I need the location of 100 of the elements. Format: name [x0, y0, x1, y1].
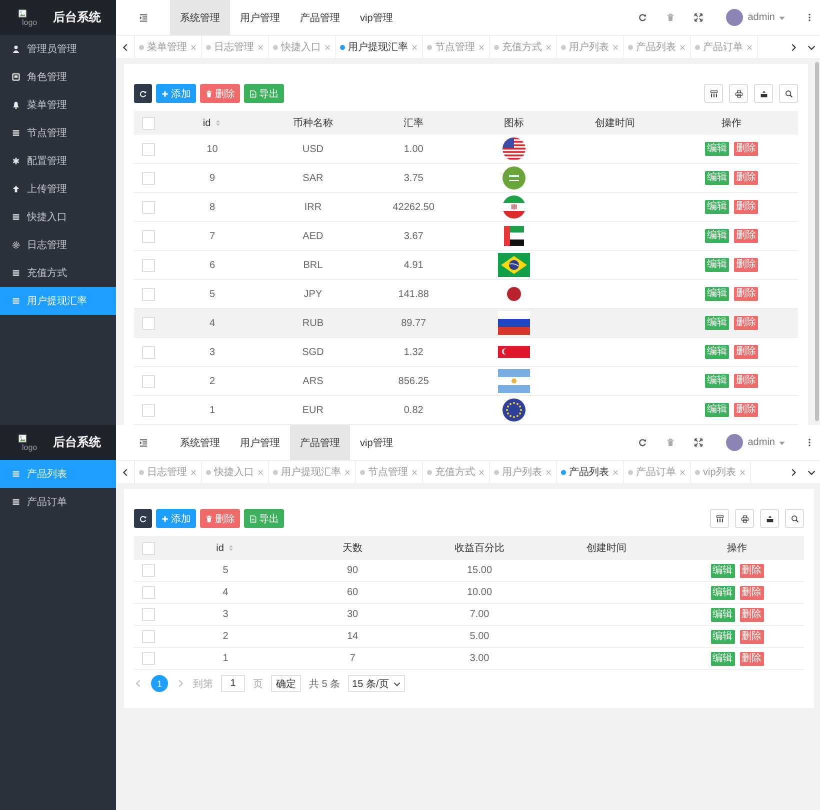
page-tab[interactable]: 充值方式 [423, 461, 490, 483]
delete-button[interactable]: 删除 [734, 229, 758, 243]
delete-button[interactable]: 删除 [734, 258, 758, 272]
close-icon[interactable] [612, 468, 619, 476]
page-tab[interactable]: 快捷入口 [202, 461, 269, 483]
close-icon[interactable] [478, 468, 485, 476]
refresh-icon[interactable] [638, 13, 647, 22]
export-button[interactable]: 导出 [244, 509, 284, 528]
page-tab[interactable]: 产品列表 [624, 36, 691, 58]
top-nav-item[interactable]: vip管理 [350, 0, 403, 35]
page-tab[interactable]: 产品订单 [624, 461, 691, 483]
row-checkbox[interactable] [142, 258, 154, 272]
refresh-button[interactable] [134, 509, 152, 528]
next-page-icon[interactable] [176, 679, 185, 688]
fullscreen-icon[interactable] [694, 438, 703, 447]
sort-icon[interactable] [226, 544, 235, 552]
avatar[interactable] [726, 434, 743, 451]
close-icon[interactable] [411, 44, 418, 50]
page-tab[interactable]: 节点管理 [356, 461, 423, 483]
table-row[interactable]: 1 7 3.00 编辑 删除 [134, 648, 804, 670]
edit-button[interactable]: 编辑 [710, 608, 734, 622]
fullscreen-icon[interactable] [694, 13, 703, 22]
top-nav-item[interactable]: vip管理 [350, 425, 403, 460]
delete-button[interactable]: 删除 [734, 142, 758, 156]
row-checkbox[interactable] [142, 142, 154, 156]
page-number[interactable]: 1 [151, 675, 168, 692]
sidebar-item[interactable]: 配置管理 [0, 147, 116, 175]
sidebar-item[interactable]: 角色管理 [0, 63, 116, 91]
sidebar-item[interactable]: 产品订单 [0, 488, 116, 516]
edit-button[interactable]: 编辑 [710, 564, 734, 578]
table-row[interactable]: 4 60 10.00 编辑 删除 [134, 582, 804, 604]
edit-button[interactable]: 编辑 [710, 630, 734, 644]
delete-button[interactable]: 删除 [734, 403, 758, 417]
row-checkbox[interactable] [142, 608, 154, 621]
edit-button[interactable]: 编辑 [705, 229, 730, 243]
trash-icon[interactable] [666, 13, 675, 22]
delete-button[interactable]: 删除 [740, 630, 764, 644]
delete-button[interactable]: 删除 [734, 374, 758, 388]
top-nav-item[interactable]: 用户管理 [230, 0, 290, 35]
top-nav-item[interactable]: 系统管理 [170, 0, 230, 35]
page-tab[interactable]: 产品列表 [557, 461, 624, 483]
close-icon[interactable] [545, 44, 552, 50]
close-icon[interactable] [257, 468, 264, 476]
refresh-icon[interactable] [638, 438, 647, 447]
edit-button[interactable]: 编辑 [710, 652, 734, 666]
top-nav-item[interactable]: 系统管理 [170, 425, 230, 460]
sidebar-item[interactable]: 充值方式 [0, 259, 116, 287]
row-checkbox[interactable] [142, 346, 154, 358]
close-icon[interactable] [679, 468, 686, 476]
edit-button[interactable]: 编辑 [705, 316, 730, 330]
close-icon[interactable] [190, 468, 197, 476]
sidebar-item[interactable]: 产品列表 [0, 460, 116, 488]
delete-button[interactable]: 删除 [734, 287, 758, 301]
row-checkbox[interactable] [142, 288, 154, 300]
table-row[interactable]: 5 90 15.00 编辑 删除 [134, 560, 804, 582]
select-all-checkbox[interactable] [142, 542, 154, 554]
trash-icon[interactable] [666, 438, 675, 447]
delete-button[interactable]: 删除 [740, 586, 764, 600]
close-icon[interactable] [344, 468, 351, 476]
sidebar-item[interactable]: 日志管理 [0, 231, 116, 259]
delete-button[interactable]: 删除 [200, 84, 240, 103]
close-icon[interactable] [746, 44, 753, 50]
sort-icon[interactable] [214, 119, 222, 127]
edit-button[interactable]: 编辑 [705, 345, 730, 359]
row-checkbox[interactable] [142, 564, 154, 577]
sidebar-item[interactable]: 快捷入口 [0, 203, 116, 231]
delete-button[interactable]: 删除 [734, 316, 758, 330]
export-button[interactable]: 导出 [244, 84, 284, 103]
delete-button[interactable]: 删除 [740, 564, 764, 578]
close-icon[interactable] [738, 468, 746, 476]
column-header[interactable]: id [202, 118, 211, 128]
print-button[interactable] [729, 84, 748, 103]
page-tab[interactable]: 用户提现汇率 [336, 36, 423, 58]
row-checkbox[interactable] [142, 200, 154, 214]
username[interactable]: admin [748, 12, 775, 23]
page-tab[interactable]: 用户提现汇率 [269, 461, 356, 483]
table-row[interactable]: 8 IRR 42262.50 编辑 删除 [134, 192, 798, 222]
page-tab[interactable]: 快捷入口 [269, 36, 336, 58]
row-checkbox[interactable] [142, 586, 154, 599]
close-icon[interactable] [190, 44, 197, 50]
print-button[interactable] [735, 509, 754, 528]
menu-icon[interactable] [138, 438, 148, 447]
sidebar-item[interactable]: 菜单管理 [0, 91, 116, 119]
page-tab[interactable]: 日志管理 [135, 461, 202, 483]
row-checkbox[interactable] [142, 652, 154, 665]
row-checkbox[interactable] [142, 374, 154, 388]
page-tab[interactable]: 日志管理 [202, 36, 269, 58]
close-icon[interactable] [257, 44, 264, 50]
top-nav-item[interactable]: 用户管理 [230, 425, 290, 460]
row-checkbox[interactable] [142, 316, 154, 330]
close-icon[interactable] [478, 44, 485, 50]
select-all-checkbox[interactable] [142, 116, 154, 130]
delete-button[interactable]: 删除 [734, 345, 758, 359]
page-tab[interactable]: 充值方式 [490, 36, 557, 58]
delete-button[interactable]: 删除 [734, 200, 758, 214]
columns-button[interactable] [704, 84, 723, 103]
search-button[interactable] [779, 84, 798, 103]
table-row[interactable]: 3 SGD 1.32 编辑 删除 [134, 338, 798, 366]
table-row[interactable]: 6 BRL 4.91 编辑 删除 [134, 250, 798, 280]
row-checkbox[interactable] [142, 404, 154, 416]
